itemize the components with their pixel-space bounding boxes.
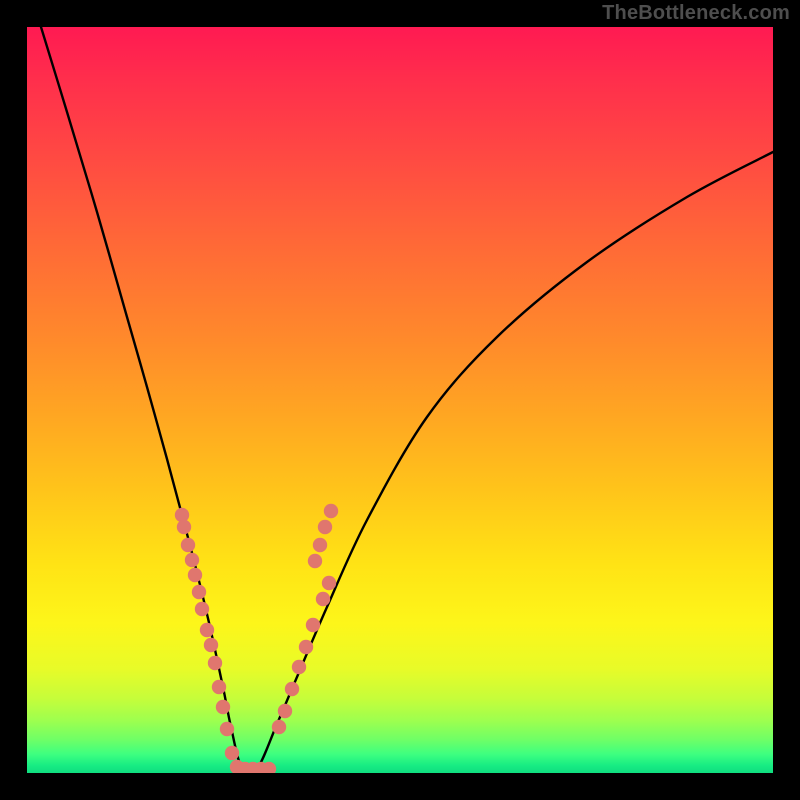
data-dot (204, 638, 218, 652)
data-dot (306, 618, 320, 632)
data-dot (272, 720, 286, 734)
data-dot (208, 656, 222, 670)
data-dot (200, 623, 214, 637)
data-dot (195, 602, 209, 616)
watermark-text: TheBottleneck.com (602, 2, 790, 25)
data-dot (316, 592, 330, 606)
data-dot (324, 504, 338, 518)
data-dot (318, 520, 332, 534)
data-dot (285, 682, 299, 696)
data-dot (313, 538, 327, 552)
data-dot (185, 553, 199, 567)
data-dot (216, 700, 230, 714)
data-dot (220, 722, 234, 736)
data-dot (292, 660, 306, 674)
data-dot (299, 640, 313, 654)
data-dot (188, 568, 202, 582)
data-dot (225, 746, 239, 760)
data-dot (175, 508, 189, 522)
curve-overlay (27, 27, 773, 773)
chart-stage: TheBottleneck.com (0, 0, 800, 800)
data-dot (308, 554, 322, 568)
data-dot (192, 585, 206, 599)
data-dot (212, 680, 226, 694)
bottleneck-curve (41, 27, 773, 773)
plot-area (27, 27, 773, 773)
data-dot (181, 538, 195, 552)
data-dot (278, 704, 292, 718)
data-dot (177, 520, 191, 534)
data-dot (322, 576, 336, 590)
